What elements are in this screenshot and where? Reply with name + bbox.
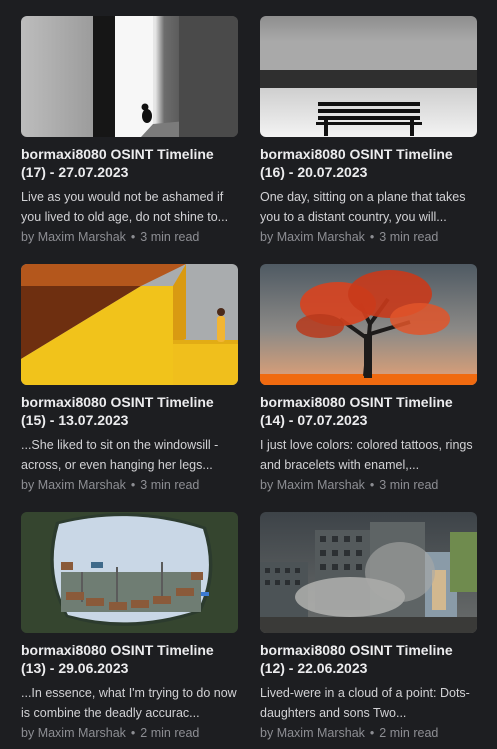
ruined-buildings-image[interactable]: [260, 512, 477, 633]
author-link[interactable]: Maxim Marshak: [277, 478, 365, 492]
author-prefix: by: [21, 478, 35, 492]
post-excerpt: Live as you would not be ashamed if you …: [21, 190, 229, 224]
post-excerpt: ...In essence, what I'm trying to do now…: [21, 686, 237, 720]
read-time: 3 min read: [379, 230, 439, 244]
meta-separator: •: [369, 726, 375, 740]
post-excerpt: One day, sitting on a plane that takes y…: [260, 190, 466, 224]
post-title[interactable]: bormaxi8080 OSINT Timeline (13) - 29.06.…: [21, 641, 238, 677]
post-excerpt: ...She liked to sit on the windowsill - …: [21, 438, 219, 472]
post-excerpt: Lived-were in a cloud of a point: Dots-d…: [260, 686, 470, 720]
post-meta: by Maxim Marshak • 3 min read: [21, 475, 238, 495]
bench-by-sea-image[interactable]: [260, 16, 477, 137]
post-meta: by Maxim Marshak • 2 min read: [260, 723, 477, 743]
post-title[interactable]: bormaxi8080 OSINT Timeline (15) - 13.07.…: [21, 393, 238, 429]
woman-yellow-wall-image[interactable]: [21, 264, 238, 385]
author-prefix: by: [21, 230, 35, 244]
cat-in-doorway-image[interactable]: [21, 16, 238, 137]
author-link[interactable]: Maxim Marshak: [277, 726, 365, 740]
post-meta: by Maxim Marshak • 2 min read: [21, 723, 238, 743]
meta-separator: •: [369, 478, 375, 492]
post-meta: by Maxim Marshak • 3 min read: [260, 475, 477, 495]
post-card[interactable]: bormaxi8080 OSINT Timeline (14) - 07.07.…: [260, 264, 477, 495]
post-card[interactable]: bormaxi8080 OSINT Timeline (12) - 22.06.…: [260, 512, 477, 743]
meta-separator: •: [369, 230, 375, 244]
author-link[interactable]: Maxim Marshak: [277, 230, 365, 244]
author-link[interactable]: Maxim Marshak: [38, 230, 126, 244]
read-time: 3 min read: [379, 478, 439, 492]
author-prefix: by: [260, 726, 274, 740]
post-title[interactable]: bormaxi8080 OSINT Timeline (16) - 20.07.…: [260, 145, 477, 181]
meta-separator: •: [130, 478, 136, 492]
read-time: 2 min read: [379, 726, 439, 740]
post-card[interactable]: bormaxi8080 OSINT Timeline (16) - 20.07.…: [260, 16, 477, 247]
meta-separator: •: [130, 230, 136, 244]
post-meta: by Maxim Marshak • 3 min read: [21, 227, 238, 247]
post-title[interactable]: bormaxi8080 OSINT Timeline (17) - 27.07.…: [21, 145, 238, 181]
post-card[interactable]: bormaxi8080 OSINT Timeline (17) - 27.07.…: [21, 16, 238, 247]
read-time: 2 min read: [140, 726, 200, 740]
author-link[interactable]: Maxim Marshak: [38, 478, 126, 492]
post-title[interactable]: bormaxi8080 OSINT Timeline (12) - 22.06.…: [260, 641, 477, 677]
author-link[interactable]: Maxim Marshak: [38, 726, 126, 740]
author-prefix: by: [260, 230, 274, 244]
meta-separator: •: [130, 726, 136, 740]
read-time: 3 min read: [140, 230, 200, 244]
read-time: 3 min read: [140, 478, 200, 492]
post-grid: bormaxi8080 OSINT Timeline (17) - 27.07.…: [0, 0, 497, 749]
hole-in-wall-image[interactable]: [21, 512, 238, 633]
post-meta: by Maxim Marshak • 3 min read: [260, 227, 477, 247]
red-tree-image[interactable]: [260, 264, 477, 385]
post-title[interactable]: bormaxi8080 OSINT Timeline (14) - 07.07.…: [260, 393, 477, 429]
post-excerpt: I just love colors: colored tattoos, rin…: [260, 438, 473, 472]
author-prefix: by: [260, 478, 274, 492]
author-prefix: by: [21, 726, 35, 740]
post-card[interactable]: bormaxi8080 OSINT Timeline (15) - 13.07.…: [21, 264, 238, 495]
post-card[interactable]: bormaxi8080 OSINT Timeline (13) - 29.06.…: [21, 512, 238, 743]
